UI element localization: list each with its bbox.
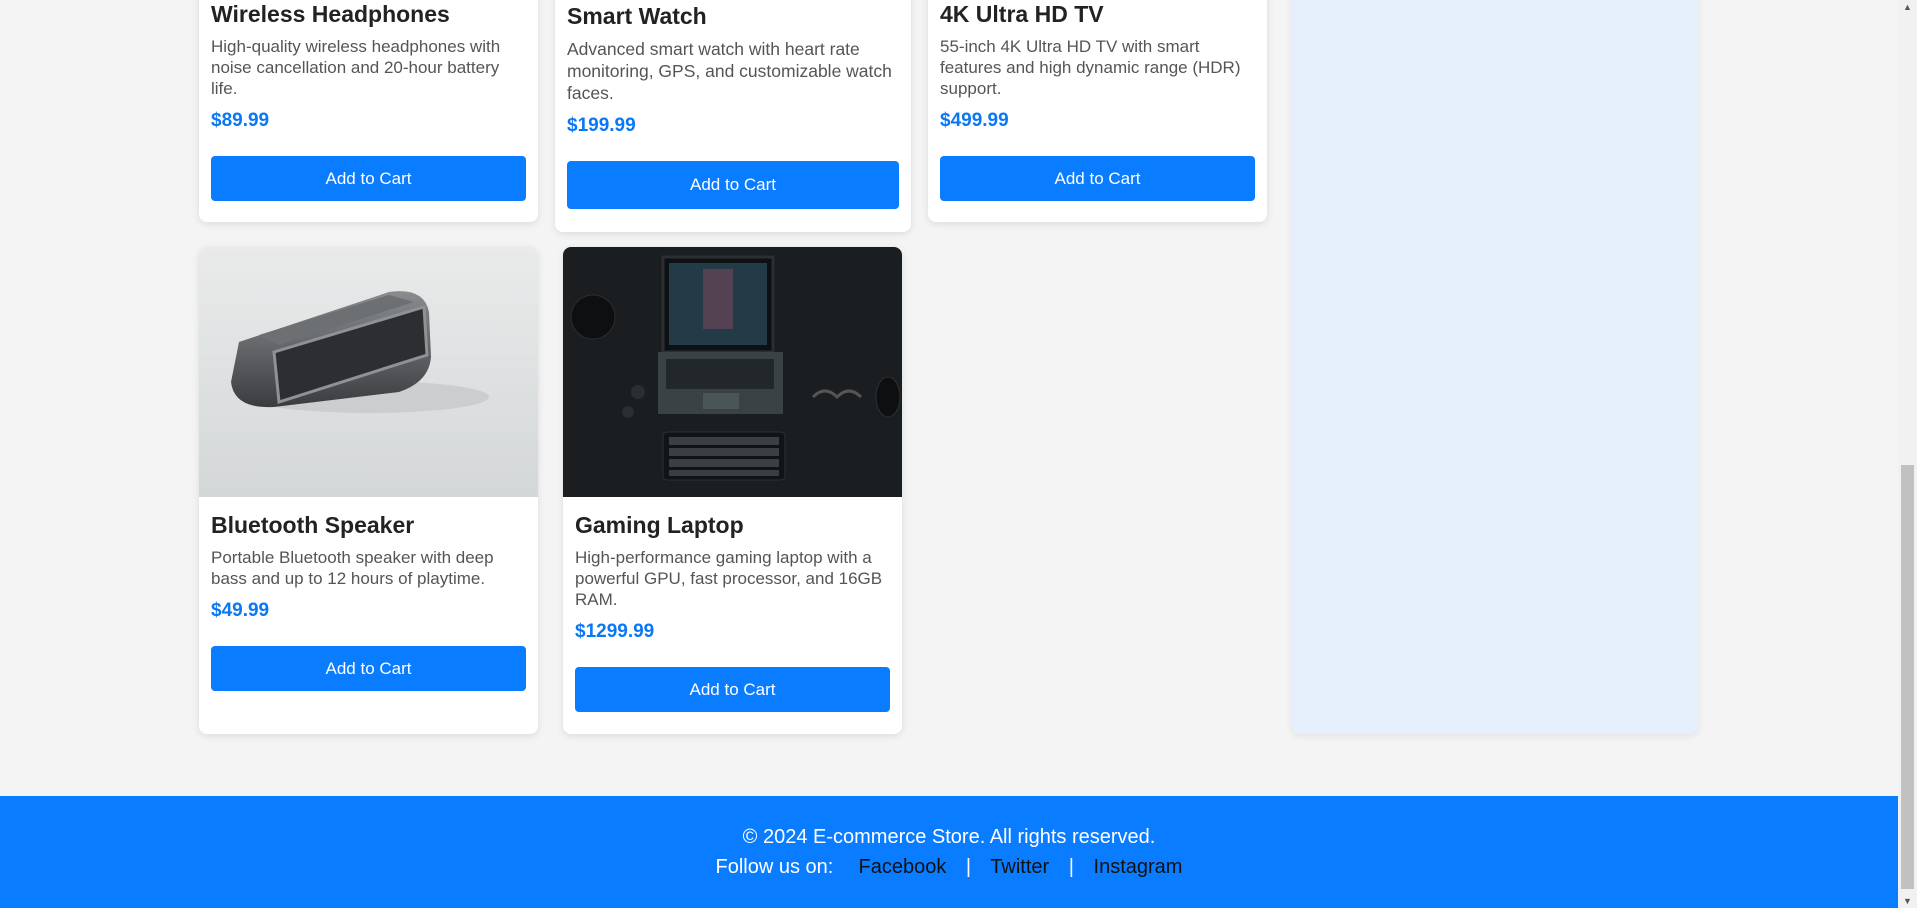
product-description: Portable Bluetooth speaker with deep bas… [211, 548, 494, 588]
scroll-down-icon[interactable]: ▼ [1898, 896, 1917, 906]
instagram-link[interactable]: Instagram [1094, 856, 1183, 878]
product-price: $89.99 [211, 110, 270, 131]
add-to-cart-button[interactable]: Add to Cart [211, 156, 526, 201]
twitter-link[interactable]: Twitter [990, 856, 1049, 878]
product-price: $499.99 [940, 110, 1009, 131]
sidebar-panel [1292, 0, 1698, 734]
product-description: 55-inch 4K Ultra HD TV with smart featur… [940, 37, 1241, 98]
site-footer: © 2024 E-commerce Store. All rights rese… [0, 796, 1898, 908]
product-price: $49.99 [211, 600, 270, 621]
add-to-cart-button[interactable]: Add to Cart [211, 646, 526, 691]
product-price: $199.99 [567, 115, 636, 136]
product-card: Gaming Laptop High-performance gaming la… [563, 247, 902, 734]
scroll-up-icon[interactable]: ▲ [1898, 2, 1917, 12]
product-title: Smart Watch [567, 3, 707, 29]
copyright-text: © 2024 E-commerce Store. All rights rese… [742, 826, 1156, 848]
facebook-link[interactable]: Facebook [858, 856, 946, 878]
product-title: Wireless Headphones [211, 1, 450, 27]
product-card: Smart Watch Advanced smart watch with he… [555, 0, 911, 232]
product-description: High-quality wireless headphones with no… [211, 37, 501, 98]
product-description: High-performance gaming laptop with a po… [575, 548, 883, 609]
product-title: Gaming Laptop [575, 512, 744, 538]
speaker-image [199, 247, 538, 497]
add-to-cart-button[interactable]: Add to Cart [940, 156, 1255, 201]
product-card: Wireless Headphones High-quality wireles… [199, 0, 538, 222]
follow-label: Follow us on: [715, 856, 834, 878]
add-to-cart-button[interactable]: Add to Cart [575, 667, 890, 712]
page-scrollbar[interactable]: ▲ ▼ [1898, 0, 1917, 908]
laptop-image [563, 247, 902, 497]
add-to-cart-button[interactable]: Add to Cart [567, 161, 899, 209]
product-description: Advanced smart watch with heart rate mon… [567, 39, 892, 103]
scrollbar-thumb[interactable] [1901, 465, 1914, 889]
separator: | [1068, 856, 1074, 878]
separator: | [965, 856, 972, 878]
product-title: 4K Ultra HD TV [940, 1, 1104, 27]
product-card: Bluetooth Speaker Portable Bluetooth spe… [199, 247, 538, 734]
product-card: 4K Ultra HD TV 55-inch 4K Ultra HD TV wi… [928, 0, 1267, 222]
product-title: Bluetooth Speaker [211, 512, 415, 538]
social-links: Follow us on: Facebook | Twitter | Insta… [0, 856, 1898, 879]
product-price: $1299.99 [575, 621, 655, 642]
